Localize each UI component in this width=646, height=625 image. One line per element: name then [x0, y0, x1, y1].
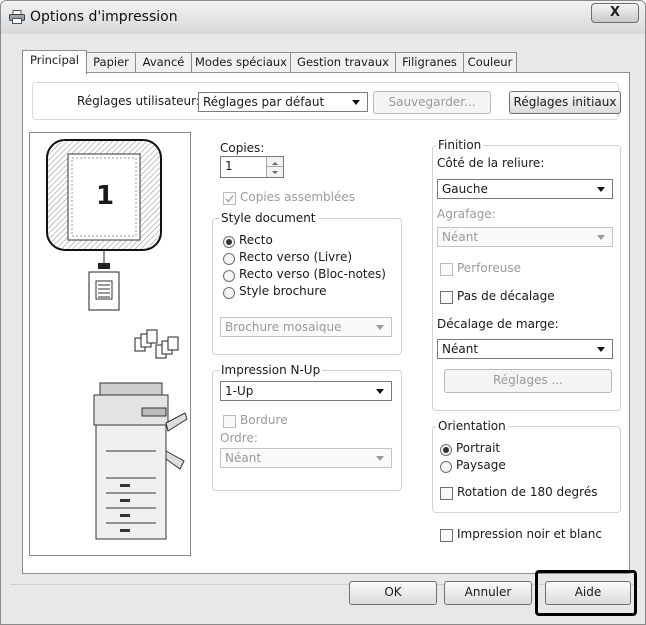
preview-page-number: 1: [96, 181, 115, 211]
chevron-down-icon: [272, 171, 278, 174]
chevron-down-icon: [376, 389, 384, 394]
copies-label: Copies:: [220, 141, 265, 155]
collate-checkbox[interactable]: [223, 192, 236, 205]
tab-avance[interactable]: Avancé: [135, 52, 192, 73]
copies-stepper[interactable]: 1: [220, 156, 284, 178]
chevron-down-icon: [597, 235, 605, 240]
user-settings-select[interactable]: Réglages par défaut: [198, 92, 368, 112]
black-white-checkbox[interactable]: [440, 529, 453, 542]
staple-select[interactable]: Néant: [437, 227, 613, 247]
window-title: Options d'impression: [30, 9, 178, 25]
no-offset-checkbox[interactable]: [440, 291, 453, 304]
checkmark-icon: [225, 195, 234, 203]
brochure-select-value: Brochure mosaique: [225, 320, 342, 334]
chevron-down-icon: [597, 347, 605, 352]
radio-recto-verso-bloc-notes[interactable]: [223, 270, 235, 282]
nup-select[interactable]: 1-Up: [220, 381, 392, 401]
rotate-180-checkbox[interactable]: [440, 487, 453, 500]
staple-label: Agrafage:: [437, 207, 496, 221]
print-preview-pane: 1: [29, 132, 191, 556]
border-label: Bordure: [240, 413, 288, 427]
border-checkbox[interactable]: [223, 415, 236, 428]
chevron-down-icon: [352, 100, 360, 105]
initial-settings-button[interactable]: Réglages initiaux: [509, 91, 621, 114]
nup-value: 1-Up: [225, 384, 254, 398]
rotate-180-label: Rotation de 180 degrés: [457, 485, 598, 499]
punch-checkbox[interactable]: [440, 263, 453, 276]
binding-value: Gauche: [442, 182, 488, 196]
radio-style-brochure[interactable]: [223, 287, 235, 299]
chevron-down-icon: [376, 325, 384, 330]
tab-panel-principal: Réglages utilisateur: Réglages par défau…: [22, 72, 630, 574]
margin-settings-button[interactable]: Réglages ...: [444, 369, 612, 393]
finishing-legend: Finition: [436, 138, 484, 152]
margin-label: Décalage de marge:: [437, 317, 559, 331]
document-style-legend: Style document: [219, 211, 318, 225]
order-value: Néant: [225, 451, 262, 465]
order-select[interactable]: Néant: [220, 448, 392, 468]
tab-gestion-travaux[interactable]: Gestion travaux: [290, 52, 396, 73]
binding-select[interactable]: Gauche: [437, 179, 613, 199]
help-button[interactable]: Aide: [545, 581, 631, 605]
tab-modes-speciaux[interactable]: Modes spéciaux: [191, 52, 291, 73]
no-offset-label: Pas de décalage: [457, 289, 555, 303]
margin-value: Néant: [442, 342, 479, 356]
radio-recto-verso-livre-label: Recto verso (Livre): [239, 250, 353, 264]
binding-label: Côté de la reliure:: [437, 156, 545, 170]
tab-couleur[interactable]: Couleur: [463, 52, 517, 73]
collate-label: Copies assemblées: [240, 190, 356, 204]
copies-down-arrow[interactable]: [266, 167, 283, 177]
user-settings-value: Réglages par défaut: [203, 95, 325, 109]
title-bar: Options d'impression X: [1, 1, 645, 34]
radio-style-brochure-label: Style brochure: [239, 284, 327, 298]
radio-portrait[interactable]: [440, 444, 452, 456]
tab-papier[interactable]: Papier: [86, 52, 136, 73]
tab-principal[interactable]: Principal: [22, 50, 87, 74]
radio-portrait-label: Portrait: [456, 441, 501, 455]
save-settings-button[interactable]: Sauvegarder...: [373, 91, 491, 114]
radio-paysage[interactable]: [440, 461, 452, 473]
user-settings-label: Réglages utilisateur:: [77, 94, 200, 108]
brochure-select[interactable]: Brochure mosaique: [220, 317, 392, 337]
printer-icon: [9, 10, 25, 24]
copies-up-arrow[interactable]: [266, 157, 283, 167]
orientation-legend: Orientation: [436, 419, 508, 433]
order-label: Ordre:: [220, 431, 258, 445]
chevron-down-icon: [597, 187, 605, 192]
chevron-down-icon: [376, 456, 384, 461]
print-options-dialog: Options d'impression X Principal Papier …: [0, 0, 646, 625]
tab-filigranes[interactable]: Filigranes: [395, 52, 464, 73]
radio-paysage-label: Paysage: [456, 458, 506, 472]
radio-recto-verso-livre[interactable]: [223, 253, 235, 265]
radio-recto[interactable]: [223, 236, 235, 248]
staple-value: Néant: [442, 230, 479, 244]
black-white-label: Impression noir et blanc: [457, 527, 602, 541]
ok-button[interactable]: OK: [349, 581, 437, 605]
radio-recto-label: Recto: [239, 233, 273, 247]
punch-label: Perforeuse: [457, 261, 521, 275]
radio-recto-verso-bloc-notes-label: Recto verso (Bloc-notes): [239, 267, 386, 281]
margin-select[interactable]: Néant: [437, 339, 613, 359]
close-button[interactable]: X: [591, 3, 639, 23]
nup-legend: Impression N-Up: [219, 363, 323, 377]
cancel-button[interactable]: Annuler: [444, 581, 532, 605]
copies-value: 1: [225, 159, 233, 173]
